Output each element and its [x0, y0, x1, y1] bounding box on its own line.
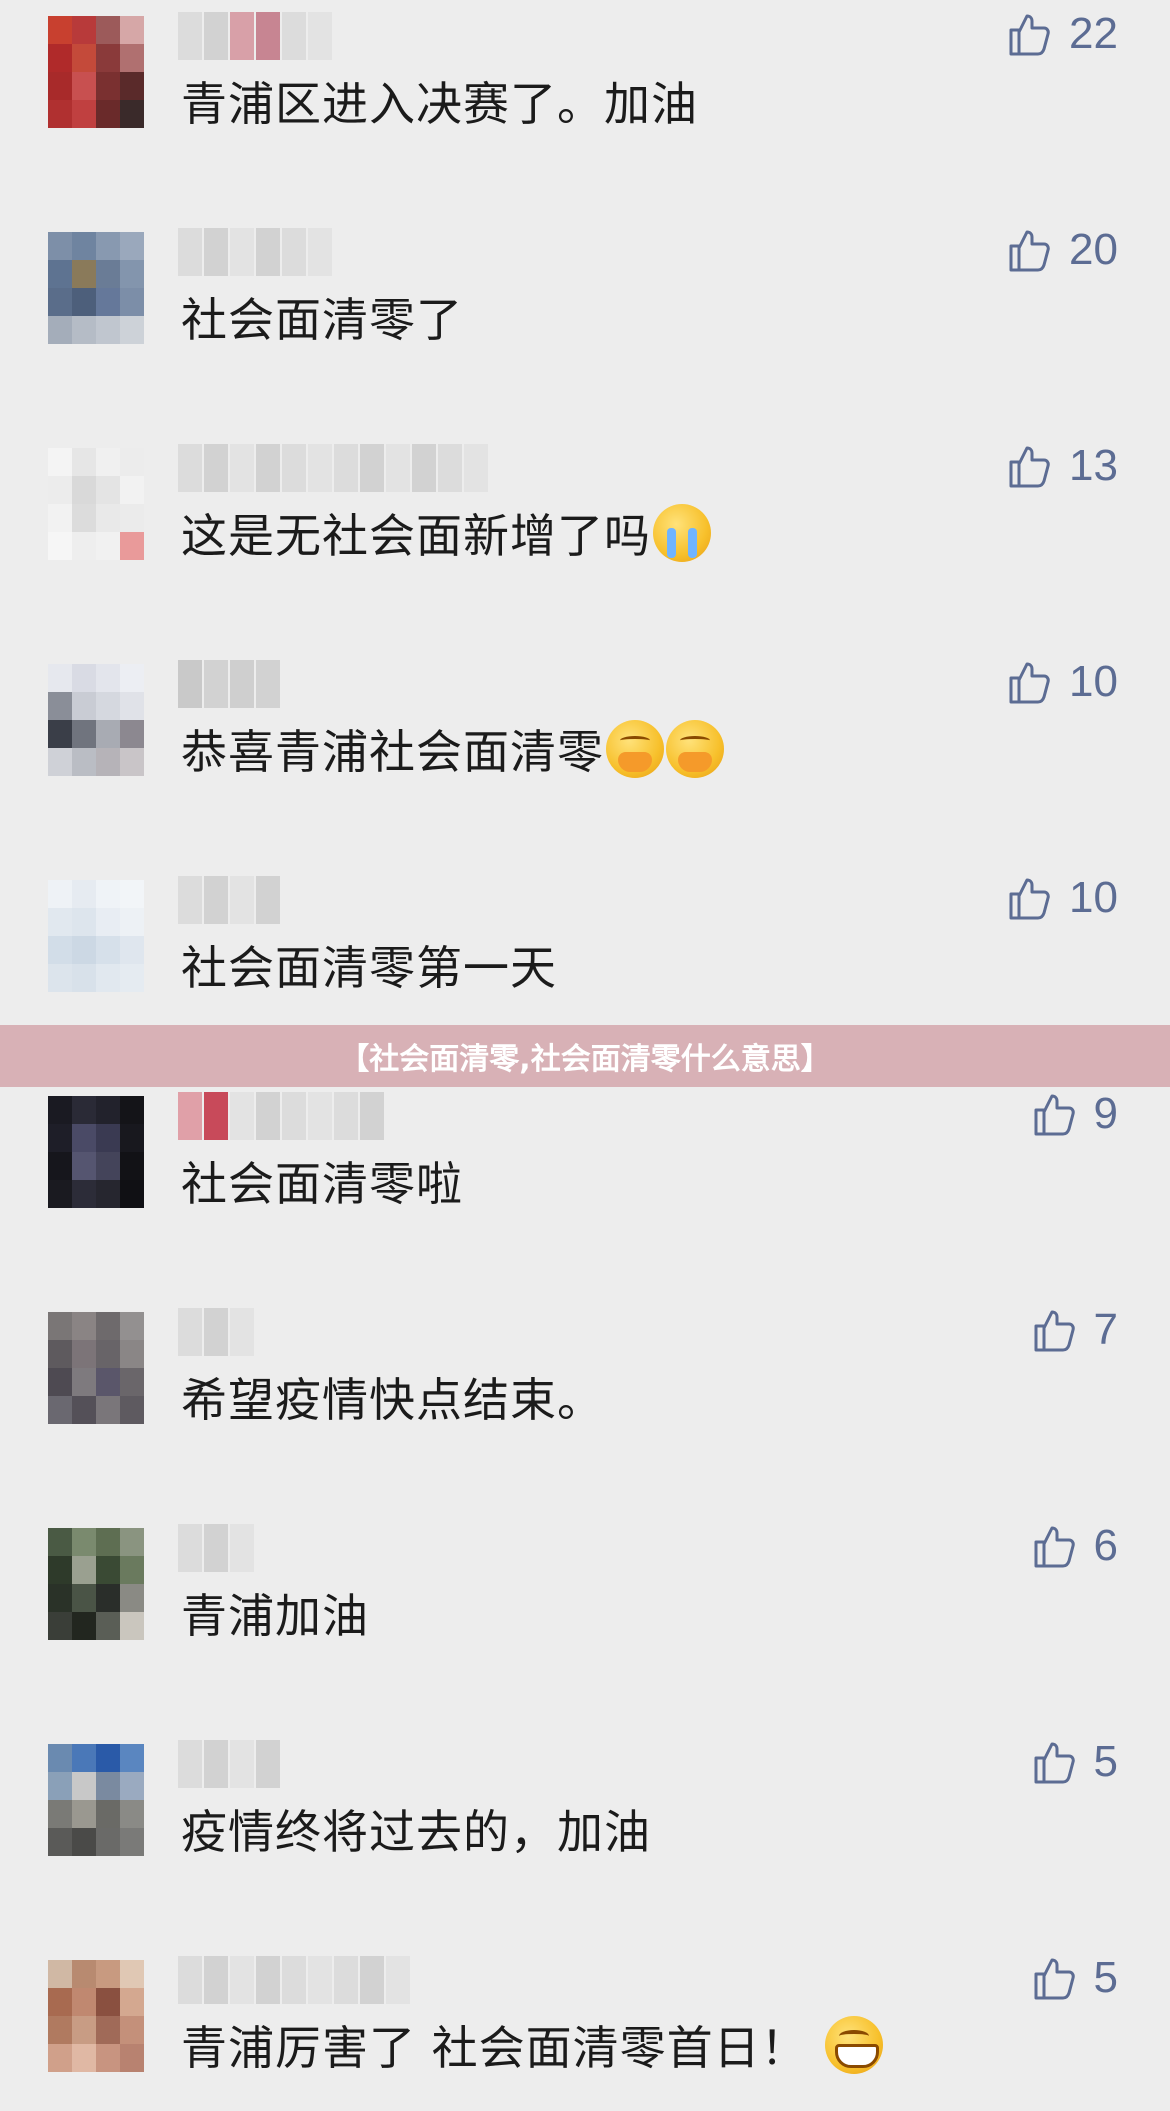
thumbs-up-icon — [1009, 878, 1050, 920]
like-count: 5 — [1093, 1737, 1118, 1786]
username-blurred[interactable] — [178, 660, 280, 708]
comment-text: 青浦加油 — [181, 1589, 369, 1643]
avatar[interactable] — [48, 1960, 144, 2072]
comment-text: 社会面清零第一天 — [181, 941, 557, 995]
thumbs-up-icon — [1009, 662, 1050, 704]
like-count: 10 — [1069, 873, 1118, 922]
username-blurred[interactable] — [178, 1956, 410, 2004]
comment-text: 希望疫情快点结束。 — [181, 1373, 604, 1427]
comment-text: 青浦区进入决赛了。加油 — [181, 77, 698, 131]
comment-item: 青浦加油 6 — [0, 1512, 1170, 1728]
username-blurred[interactable] — [178, 12, 332, 60]
like-button[interactable]: 6 — [1030, 1522, 1118, 1570]
username-blurred[interactable] — [178, 444, 488, 492]
like-count: 20 — [1069, 225, 1118, 274]
like-count: 6 — [1093, 1521, 1118, 1570]
username-blurred[interactable] — [178, 1740, 280, 1788]
like-button[interactable]: 13 — [1005, 442, 1118, 490]
like-count: 10 — [1069, 657, 1118, 706]
comment-item: 恭喜青浦社会面清零 10 — [0, 648, 1170, 864]
comment-text: 青浦厉害了 社会面清零首日！ — [181, 2016, 884, 2080]
like-count: 22 — [1069, 9, 1118, 58]
username-blurred[interactable] — [178, 1524, 254, 1572]
comment-text: 社会面清零了 — [181, 293, 463, 347]
like-button[interactable]: 9 — [1030, 1090, 1118, 1138]
comment-item: 希望疫情快点结束。 7 — [0, 1296, 1170, 1512]
like-button[interactable]: 7 — [1030, 1306, 1118, 1354]
username-blurred[interactable] — [178, 228, 332, 276]
blush-hands-face-icon — [666, 720, 724, 778]
comment-item: 青浦厉害了 社会面清零首日！ 5 — [0, 1944, 1170, 2111]
comment-text: 疫情终将过去的，加油 — [181, 1805, 651, 1859]
thumbs-up-icon — [1034, 1094, 1075, 1136]
like-count: 13 — [1069, 441, 1118, 490]
comment-text: 恭喜青浦社会面清零 — [181, 720, 724, 784]
avatar[interactable] — [48, 880, 144, 992]
avatar[interactable] — [48, 1312, 144, 1424]
thumbs-up-icon — [1009, 14, 1050, 56]
comment-text: 这是无社会面新增了吗 — [181, 504, 711, 568]
comment-text: 社会面清零啦 — [181, 1157, 463, 1211]
comment-item: 青浦区进入决赛了。加油 22 — [0, 0, 1170, 216]
like-button[interactable]: 5 — [1030, 1738, 1118, 1786]
avatar[interactable] — [48, 1744, 144, 1856]
grinning-face-icon — [825, 2016, 884, 2074]
like-count: 7 — [1093, 1305, 1118, 1354]
comment-item: 疫情终将过去的，加油 5 — [0, 1728, 1170, 1944]
title-banner: 【社会面清零,社会面清零什么意思】 — [0, 1025, 1170, 1087]
username-blurred[interactable] — [178, 1092, 384, 1140]
like-count: 5 — [1093, 1953, 1118, 2002]
crying-face-icon — [653, 504, 711, 562]
thumbs-up-icon — [1034, 1958, 1075, 2000]
like-count: 9 — [1093, 1089, 1118, 1138]
thumbs-up-icon — [1034, 1310, 1075, 1352]
like-button[interactable]: 20 — [1005, 226, 1118, 274]
avatar[interactable] — [48, 448, 144, 560]
thumbs-up-icon — [1009, 446, 1050, 488]
thumbs-up-icon — [1034, 1742, 1075, 1784]
banner-title: 【社会面清零,社会面清零什么意思】 — [339, 1042, 831, 1077]
avatar[interactable] — [48, 16, 144, 128]
thumbs-up-icon — [1034, 1526, 1075, 1568]
like-button[interactable]: 22 — [1005, 10, 1118, 58]
like-button[interactable]: 10 — [1005, 658, 1118, 706]
avatar[interactable] — [48, 664, 144, 776]
blush-hands-face-icon — [606, 720, 664, 778]
avatar[interactable] — [48, 232, 144, 344]
like-button[interactable]: 10 — [1005, 874, 1118, 922]
comment-item: 社会面清零啦 9 — [0, 1080, 1170, 1296]
username-blurred[interactable] — [178, 1308, 254, 1356]
avatar[interactable] — [48, 1528, 144, 1640]
thumbs-up-icon — [1009, 230, 1050, 272]
like-button[interactable]: 5 — [1030, 1954, 1118, 2002]
comment-item: 这是无社会面新增了吗 13 — [0, 432, 1170, 648]
username-blurred[interactable] — [178, 876, 280, 924]
comment-item: 社会面清零了 20 — [0, 216, 1170, 432]
avatar[interactable] — [48, 1096, 144, 1208]
